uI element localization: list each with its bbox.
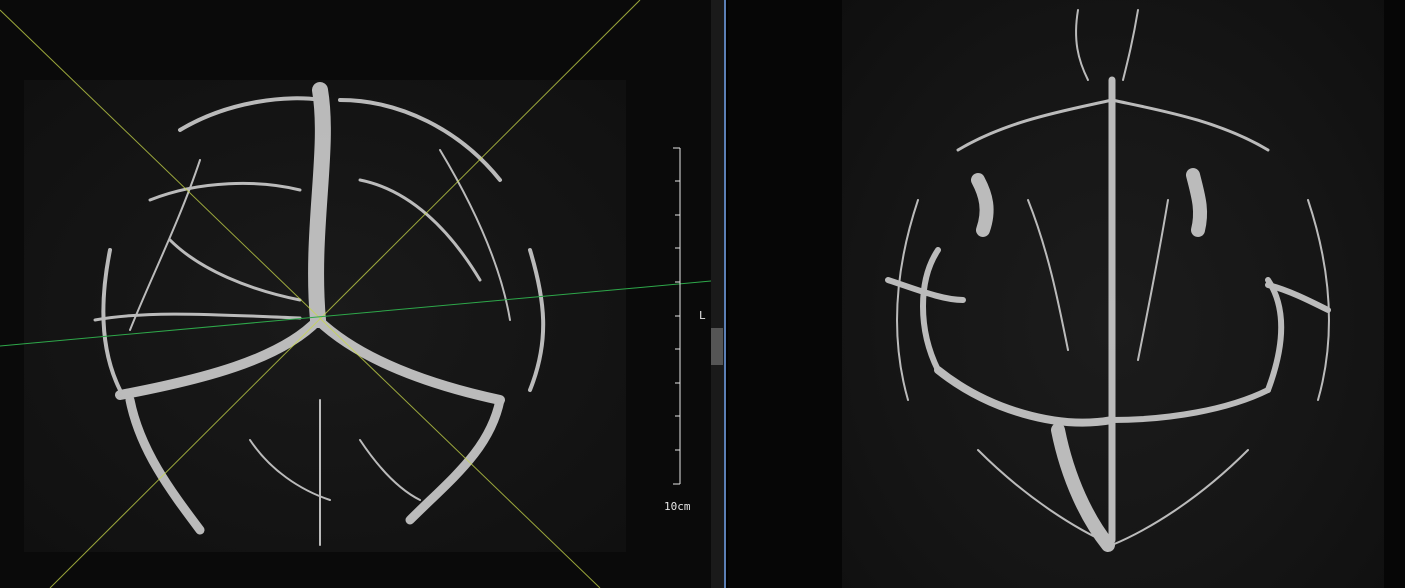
- orientation-label-left: L: [699, 309, 706, 322]
- scale-ruler: [673, 147, 681, 485]
- viewport-splitter[interactable]: [711, 0, 724, 588]
- left-vessel-overlay: [0, 0, 711, 588]
- slice-scrollbar-thumb[interactable]: [711, 328, 723, 365]
- right-viewport-axial-mip[interactable]: [728, 0, 1405, 588]
- splitter-line: [724, 0, 726, 588]
- left-viewport-coronal-mip[interactable]: 10cm: [0, 0, 711, 588]
- right-vessel-overlay: [885, 9, 1331, 552]
- crosshair-lines: [0, 0, 711, 588]
- scale-label: 10cm: [664, 500, 691, 513]
